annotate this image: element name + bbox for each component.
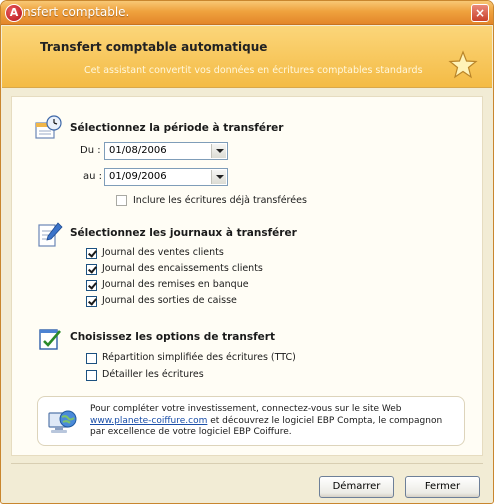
chevron-down-icon[interactable] bbox=[211, 170, 226, 184]
from-date-label: Du : bbox=[80, 145, 101, 156]
app-badge-icon: A bbox=[5, 4, 23, 22]
checklist-icon bbox=[39, 329, 61, 350]
header-title: Transfert comptable automatique bbox=[40, 40, 268, 54]
option-checkbox[interactable] bbox=[86, 370, 97, 381]
option-label[interactable]: Répartition simplifiée des écritures (TT… bbox=[102, 352, 296, 363]
period-section-title: Sélectionnez la période à transférer bbox=[70, 122, 284, 134]
include-transferred-label[interactable]: Inclure les écritures déjà transférées bbox=[133, 195, 307, 206]
website-link[interactable]: www.planete-coiffure.com bbox=[90, 416, 207, 426]
journal-checkbox[interactable] bbox=[86, 296, 97, 307]
footer-divider bbox=[11, 463, 483, 464]
from-date-select[interactable]: 01/08/2006 bbox=[104, 142, 228, 160]
chevron-down-icon[interactable] bbox=[211, 144, 226, 158]
wizard-header: Transfert comptable automatique Cet assi… bbox=[2, 26, 492, 88]
include-transferred-checkbox[interactable] bbox=[116, 195, 127, 206]
start-button[interactable]: Démarrer bbox=[319, 476, 394, 498]
journal-label[interactable]: Journal des sorties de caisse bbox=[102, 295, 237, 306]
journal-label[interactable]: Journal des ventes clients bbox=[102, 247, 224, 258]
notepad-pencil-icon bbox=[38, 222, 63, 247]
header-subtitle: Cet assistant convertit vos données en é… bbox=[84, 65, 423, 76]
journal-checkbox[interactable] bbox=[86, 264, 97, 275]
journal-checkbox[interactable] bbox=[86, 280, 97, 291]
globe-computer-icon bbox=[48, 410, 77, 433]
calendar-clock-icon bbox=[35, 115, 62, 139]
journals-section-title: Sélectionnez les journaux à transférer bbox=[70, 227, 297, 239]
to-date-label: au : bbox=[83, 171, 103, 182]
star-icon bbox=[448, 50, 478, 79]
dialog-window: A nsfert comptable. × Transfert comptabl… bbox=[0, 0, 494, 504]
to-date-select[interactable]: 01/09/2006 bbox=[104, 168, 228, 186]
option-checkbox[interactable] bbox=[86, 353, 97, 364]
journal-label[interactable]: Journal des remises en banque bbox=[102, 279, 249, 290]
close-button[interactable]: Fermer bbox=[405, 476, 480, 498]
option-label[interactable]: Détailler les écritures bbox=[102, 369, 204, 380]
info-panel: Pour compléter votre investissement, con… bbox=[37, 396, 465, 446]
info-line-3: par excellence de votre logiciel EBP Coi… bbox=[90, 427, 292, 437]
window-title: nsfert comptable. bbox=[23, 5, 130, 19]
title-bar[interactable]: A nsfert comptable. × bbox=[1, 1, 493, 25]
journal-checkbox[interactable] bbox=[86, 248, 97, 259]
info-line-1: Pour compléter votre investissement, con… bbox=[90, 404, 402, 414]
from-date-value: 01/08/2006 bbox=[109, 145, 167, 156]
options-section-title: Choisissez les options de transfert bbox=[70, 331, 275, 343]
close-window-button[interactable]: × bbox=[471, 4, 489, 22]
journal-label[interactable]: Journal des encaissements clients bbox=[102, 263, 263, 274]
to-date-value: 01/09/2006 bbox=[109, 171, 167, 182]
info-text: Pour compléter votre investissement, con… bbox=[90, 404, 458, 439]
info-line-2: et découvrez le logiciel EBP Compta, le … bbox=[207, 415, 443, 426]
